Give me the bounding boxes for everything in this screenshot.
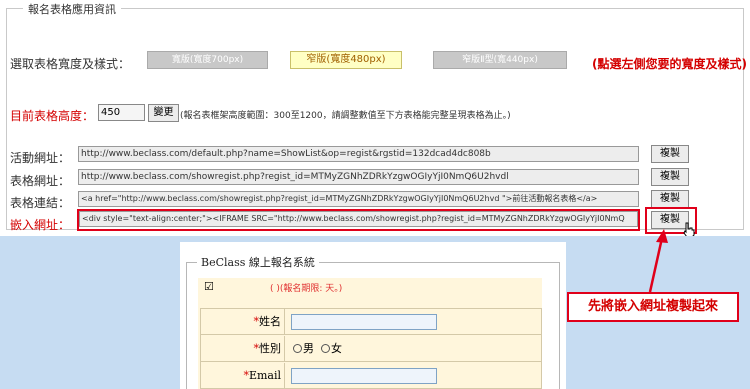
preview-legend: BeClass 線上報名系統 <box>197 254 319 270</box>
height-label: 目前表格高度： <box>10 109 95 123</box>
form-url-copy-button[interactable]: 複製 <box>651 168 689 186</box>
name-input[interactable] <box>291 314 437 330</box>
table-row: *Email <box>201 363 541 389</box>
gender-radio-group: 男 女 <box>293 336 342 362</box>
event-url-label: 活動網址： <box>10 151 71 165</box>
height-note: (報名表框架高度範圍：300至1200，請調整數值至下方表格能完整呈現表格為止。… <box>180 111 511 121</box>
gender-male-label: 男 <box>303 342 314 355</box>
event-url-copy-button[interactable]: 複製 <box>651 145 689 163</box>
form-link-field[interactable]: <a href="http://www.beclass.com/showregi… <box>78 191 639 207</box>
event-url-field[interactable]: http://www.beclass.com/default.php?name=… <box>78 146 639 162</box>
preview-deadline-note: ( )(報名期限: 天。) <box>270 284 343 294</box>
table-row: *姓名 <box>201 309 541 335</box>
email-field-label: *Email <box>201 363 285 389</box>
email-input[interactable] <box>291 368 437 384</box>
form-url-label: 表格網址： <box>10 174 71 188</box>
form-link-label: 表格連結： <box>10 196 71 210</box>
embed-url-field[interactable]: <div style="text-align:center;"><IFRAME … <box>79 211 638 227</box>
preview-checkbox[interactable]: ☑ <box>204 280 214 293</box>
name-field-label: *姓名 <box>201 309 285 335</box>
embed-url-label: 嵌入網址： <box>10 218 71 232</box>
height-input[interactable]: 450 <box>98 104 145 121</box>
gender-field-label: *性別 <box>201 336 285 362</box>
gender-male-radio[interactable] <box>293 344 302 353</box>
gender-female-label: 女 <box>331 342 342 355</box>
height-change-button[interactable]: 變更 <box>148 104 179 122</box>
width-hint: (點選左側您要的寬度及樣式) <box>592 57 747 71</box>
arrow-icon <box>648 229 668 293</box>
table-row: *性別 男 女 <box>201 336 541 362</box>
form-link-copy-button[interactable]: 複製 <box>651 190 689 208</box>
preview-form-table: *姓名 *性別 男 女 *Email <box>200 308 542 389</box>
form-url-field[interactable]: http://www.beclass.com/showregist.php?re… <box>78 169 639 185</box>
settings-legend: 報名表格應用資訊 <box>23 1 121 17</box>
instruction-callout: 先將嵌入網址複製起來 <box>567 292 739 322</box>
gender-female-radio[interactable] <box>321 344 330 353</box>
